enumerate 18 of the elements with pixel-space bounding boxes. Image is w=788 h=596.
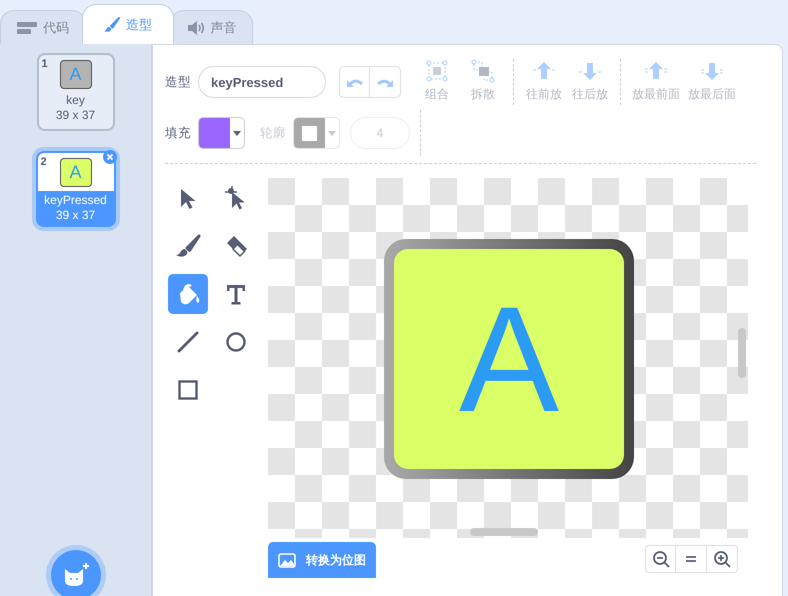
- tab[interactable]: 造型: [82, 4, 174, 44]
- costume-number: 2: [40, 156, 47, 168]
- key-letter: A: [458, 284, 560, 434]
- costume-number: 1: [42, 58, 48, 70]
- costume-name: key: [66, 93, 85, 108]
- costume-size: 39 x 37: [56, 208, 96, 223]
- outline-label: 轮廓: [260, 124, 286, 142]
- costume-card[interactable]: 1 A key 39 x 37: [36, 53, 114, 131]
- costume-card[interactable]: 2 A keyPressed 39 x 37: [36, 151, 116, 227]
- costume-name-field[interactable]: keyPressed: [198, 66, 326, 98]
- costume-name: keyPressed: [44, 193, 107, 208]
- costume-thumbnail: A: [60, 158, 92, 187]
- costume-size: 39 x 37: [56, 108, 96, 123]
- drawing-canvas[interactable]: A: [268, 178, 748, 538]
- costume-thumbnail: A: [60, 60, 92, 89]
- convert-to-bitmap-button[interactable]: 转换为位图: [268, 542, 376, 578]
- fill-label: 填充: [165, 124, 191, 142]
- costume-label: 造型: [165, 74, 191, 90]
